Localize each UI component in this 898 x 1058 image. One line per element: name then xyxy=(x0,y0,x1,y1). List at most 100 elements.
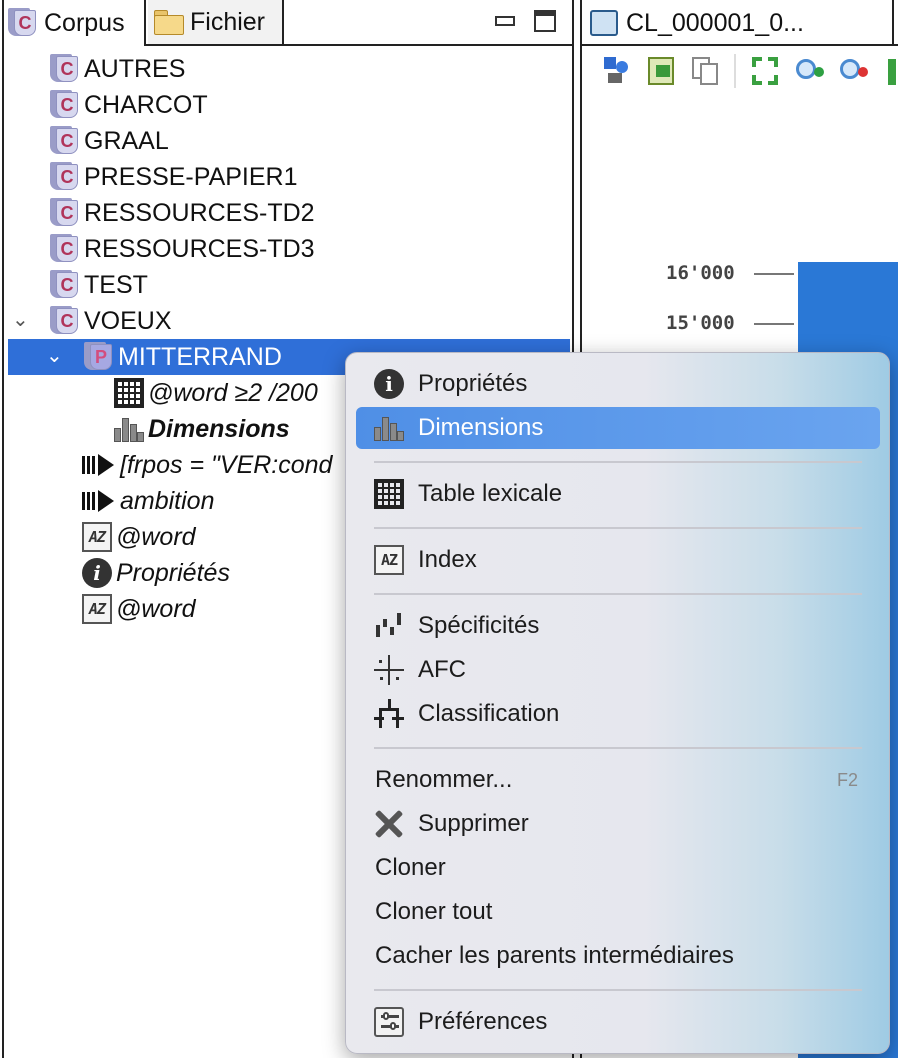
tree-item-label: MITTERRAND xyxy=(118,342,282,371)
lexical-table-icon xyxy=(372,477,406,511)
chart-icon[interactable] xyxy=(882,55,898,87)
tree-item-label: @word xyxy=(116,594,196,623)
afc-icon xyxy=(372,653,406,687)
export-icon[interactable] xyxy=(646,55,676,87)
book-icon xyxy=(590,10,618,36)
corpus-icon: C xyxy=(50,234,80,264)
menu-item-supprimer[interactable]: Supprimer xyxy=(356,803,880,845)
editor-tab[interactable]: CL_000001_0... xyxy=(582,0,894,46)
menu-item-proprietes[interactable]: i Propriétés xyxy=(356,363,880,405)
chevron-down-icon[interactable]: ⌄ xyxy=(12,307,29,332)
menu-item-preferences[interactable]: Préférences xyxy=(356,1001,880,1043)
tree-item-label: ambition xyxy=(120,486,215,515)
editor-tab-bar: CL_000001_0... xyxy=(582,0,898,46)
menu-item-cacher-parents[interactable]: Cacher les parents intermédiaires xyxy=(356,935,880,977)
tree-item-label: [frpos = "VER:cond xyxy=(120,450,333,479)
tree-item-index-word[interactable]: AZ @word xyxy=(82,519,196,555)
tree-item-proprietes[interactable]: i Propriétés xyxy=(82,555,230,591)
menu-item-label: Dimensions xyxy=(418,414,544,441)
tree-item-label: CHARCOT xyxy=(84,90,208,119)
toolbar-separator xyxy=(734,54,736,88)
tree-item-label: TEST xyxy=(84,270,148,299)
delete-icon xyxy=(372,807,406,841)
tree-item-graal[interactable]: C GRAAL xyxy=(50,123,169,159)
tree-item-concordance-ambition[interactable]: ambition xyxy=(82,483,215,519)
concordance-icon xyxy=(82,490,116,512)
tree-item-autres[interactable]: C AUTRES xyxy=(50,51,185,87)
info-icon: i xyxy=(372,367,406,401)
corpus-icon: C xyxy=(50,270,80,300)
zoom-in-icon[interactable] xyxy=(794,55,824,87)
maximize-button[interactable] xyxy=(534,10,556,32)
y-tick-label: 16'000 xyxy=(666,262,735,284)
chevron-down-icon[interactable]: ⌄ xyxy=(46,343,63,368)
tree-item-lexical-table[interactable]: @word ≥2 /200 xyxy=(114,375,318,411)
tree-item-ressources-td3[interactable]: C RESSOURCES-TD3 xyxy=(50,231,315,267)
tree-item-dimensions[interactable]: Dimensions xyxy=(114,411,290,447)
copy-icon[interactable] xyxy=(690,55,720,87)
preferences-icon xyxy=(372,1005,406,1039)
info-icon: i xyxy=(82,558,112,588)
partition-icon: P xyxy=(84,342,114,372)
lexical-table-icon xyxy=(114,378,144,408)
tree-item-concordance-frpos[interactable]: [frpos = "VER:cond xyxy=(82,447,332,483)
editor-tab-label: CL_000001_0... xyxy=(626,8,804,37)
tree-item-test[interactable]: C TEST xyxy=(50,267,148,303)
tree-item-ressources-td2[interactable]: C RESSOURCES-TD2 xyxy=(50,195,315,231)
menu-separator xyxy=(374,527,862,529)
menu-item-label: Classification xyxy=(418,700,560,727)
menu-item-label: Cloner tout xyxy=(375,898,493,925)
y-tick xyxy=(754,273,794,275)
tree-item-index-word-2[interactable]: AZ @word xyxy=(82,591,196,627)
tree-item-label: Dimensions xyxy=(148,414,290,443)
menu-item-index[interactable]: AZ Index xyxy=(356,539,880,581)
shapes-icon[interactable] xyxy=(602,55,632,87)
zoom-out-icon[interactable] xyxy=(838,55,868,87)
tab-fichier[interactable]: Fichier xyxy=(148,0,284,44)
menu-item-label: Propriétés xyxy=(418,370,528,397)
menu-item-label: Cloner xyxy=(375,854,446,881)
menu-item-specificites[interactable]: Spécificités xyxy=(356,605,880,647)
menu-separator xyxy=(374,461,862,463)
index-icon: AZ xyxy=(82,522,112,552)
editor-toolbar xyxy=(602,54,898,88)
menu-item-label: AFC xyxy=(418,656,466,683)
menu-item-table-lexicale[interactable]: Table lexicale xyxy=(356,473,880,515)
corpus-icon: C xyxy=(8,8,38,38)
menu-item-label: Renommer... xyxy=(375,766,513,793)
classification-icon xyxy=(372,697,406,731)
menu-item-renommer[interactable]: Renommer... F2 xyxy=(356,759,880,801)
y-tick-label: 15'000 xyxy=(666,312,735,334)
tree-item-label: PRESSE-PAPIER1 xyxy=(84,162,298,191)
menu-item-classification[interactable]: Classification xyxy=(356,693,880,735)
fit-icon[interactable] xyxy=(750,55,780,87)
tab-corpus[interactable]: C Corpus xyxy=(4,0,146,46)
corpus-icon: C xyxy=(50,162,80,192)
menu-item-label: Préférences xyxy=(418,1008,548,1035)
tree-item-label: AUTRES xyxy=(84,54,186,83)
tree-item-label: RESSOURCES-TD2 xyxy=(84,198,315,227)
tree-item-voeux[interactable]: C VOEUX xyxy=(50,303,172,339)
concordance-icon xyxy=(82,454,116,476)
minimize-button[interactable] xyxy=(492,12,515,34)
menu-separator xyxy=(374,989,862,991)
tree-item-presse-papier1[interactable]: C PRESSE-PAPIER1 xyxy=(50,159,298,195)
context-menu: i Propriétés Dimensions Table lexicale A… xyxy=(345,352,890,1054)
menu-item-label: Index xyxy=(418,546,477,573)
corpus-icon: C xyxy=(50,90,80,120)
menu-item-afc[interactable]: AFC xyxy=(356,649,880,691)
menu-item-dimensions[interactable]: Dimensions xyxy=(356,407,880,449)
corpus-icon: C xyxy=(50,306,80,336)
index-icon: AZ xyxy=(82,594,112,624)
tree-item-label: @word ≥2 /200 xyxy=(148,378,318,407)
tree-item-charcot[interactable]: C CHARCOT xyxy=(50,87,208,123)
y-tick xyxy=(754,323,794,325)
corpus-icon: C xyxy=(50,198,80,228)
menu-item-cloner[interactable]: Cloner xyxy=(356,847,880,889)
menu-item-cloner-tout[interactable]: Cloner tout xyxy=(356,891,880,933)
tree-item-label: GRAAL xyxy=(84,126,169,155)
folder-icon xyxy=(154,10,184,35)
menu-separator xyxy=(374,747,862,749)
left-tab-bar: C Corpus Fichier xyxy=(4,0,572,46)
menu-item-label: Supprimer xyxy=(418,810,529,837)
